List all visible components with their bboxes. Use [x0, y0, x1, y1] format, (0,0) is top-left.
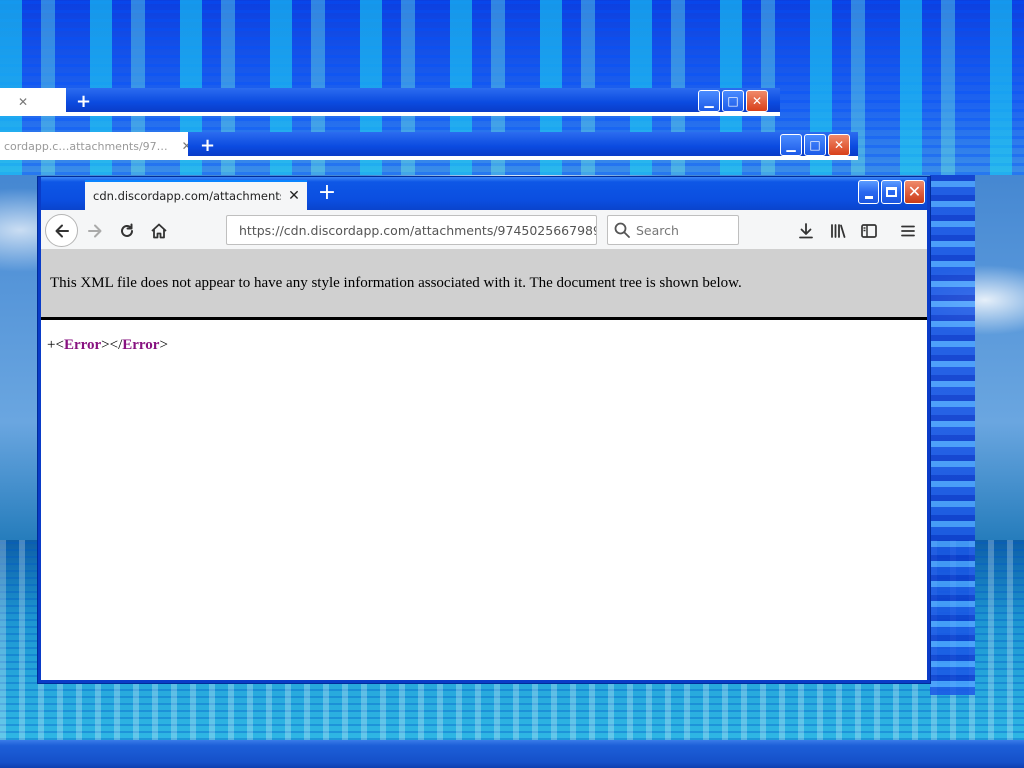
ghost-close-icon: ✕ — [18, 95, 29, 109]
ghost-plus-icon: + — [200, 135, 216, 156]
taskbar — [0, 740, 1024, 768]
ghost-window-2: cordapp.c…attachments/97… ✕ + ▁ □ ✕ — [0, 132, 858, 160]
new-tab-button[interactable]: + — [313, 180, 341, 208]
reload-icon — [121, 223, 133, 237]
ghost-close-icon: ✕ — [828, 134, 850, 156]
ghost-window-controls: ▁ □ ✕ — [698, 90, 768, 112]
minimize-icon — [864, 195, 873, 199]
ghost-window-controls: ▁ □ ✕ — [780, 134, 850, 156]
navigation-toolbar: https://cdn.discordapp.com/attachments/9… — [41, 210, 927, 250]
title-bar: cdn.discordapp.com/attachments/9745 ✕ + … — [41, 177, 927, 210]
xml-info-banner: This XML file does not appear to have an… — [41, 250, 927, 320]
url-text: https://cdn.discordapp.com/attachments/9… — [239, 222, 597, 238]
download-icon — [799, 223, 813, 239]
xml-document-tree: +<Error></Error> — [41, 320, 927, 680]
tab-close-icon[interactable]: ✕ — [287, 188, 301, 204]
xml-info-text: This XML file does not appear to have an… — [50, 275, 742, 291]
search-placeholder: Search — [636, 222, 679, 238]
reload-button[interactable] — [115, 219, 139, 243]
xml-close-tag: Error — [122, 337, 160, 353]
tab-title: cdn.discordapp.com/attachments/9745 — [93, 189, 281, 203]
minimize-button[interactable] — [858, 180, 879, 204]
ghost-maximize-icon: □ — [804, 134, 826, 156]
ghost-window-1: ✕ + ▁ □ ✕ — [0, 88, 780, 116]
sidebar-icon — [861, 224, 877, 238]
search-input[interactable]: Search — [607, 215, 739, 245]
sidebar-button[interactable] — [857, 219, 881, 243]
maximize-icon — [886, 187, 897, 197]
ghost-minimize-icon: ▁ — [698, 90, 720, 112]
close-button[interactable]: ✕ — [904, 180, 925, 204]
ghost-minimize-icon: ▁ — [780, 134, 802, 156]
ghost-tab-1: ✕ — [0, 88, 66, 112]
browser-window: cdn.discordapp.com/attachments/9745 ✕ + … — [38, 177, 930, 683]
xml-close-bracket: ></ — [101, 337, 123, 353]
hamburger-menu-icon — [901, 225, 915, 237]
ghost-tab-title: cordapp.c…attachments/97… — [4, 140, 168, 153]
ghost-close-icon: ✕ — [746, 90, 768, 112]
forward-arrow-icon — [88, 224, 102, 238]
ghost-plus-icon: + — [76, 91, 92, 112]
window-controls: ✕ — [858, 180, 925, 204]
library-button[interactable] — [826, 219, 850, 243]
forward-button[interactable] — [83, 219, 107, 243]
library-icon — [831, 224, 846, 238]
maximize-button[interactable] — [881, 180, 902, 204]
xml-open-bracket: < — [55, 337, 64, 353]
ghost-maximize-icon: □ — [722, 90, 744, 112]
home-icon — [151, 223, 167, 239]
search-icon — [614, 222, 630, 238]
desktop-glitch-strip — [930, 175, 975, 695]
back-arrow-icon — [55, 224, 69, 237]
back-button[interactable] — [45, 214, 78, 247]
xml-end-bracket: > — [159, 337, 168, 353]
browser-tab[interactable]: cdn.discordapp.com/attachments/9745 ✕ — [85, 180, 307, 210]
downloads-button[interactable] — [794, 219, 818, 243]
close-icon: ✕ — [907, 182, 922, 201]
url-bar[interactable]: https://cdn.discordapp.com/attachments/9… — [226, 215, 597, 245]
home-button[interactable] — [147, 219, 171, 243]
ghost-close-icon: ✕ — [181, 139, 188, 153]
xml-open-tag: Error — [63, 337, 102, 353]
menu-button[interactable] — [896, 219, 920, 243]
ghost-tab-2: cordapp.c…attachments/97… ✕ — [0, 132, 188, 156]
